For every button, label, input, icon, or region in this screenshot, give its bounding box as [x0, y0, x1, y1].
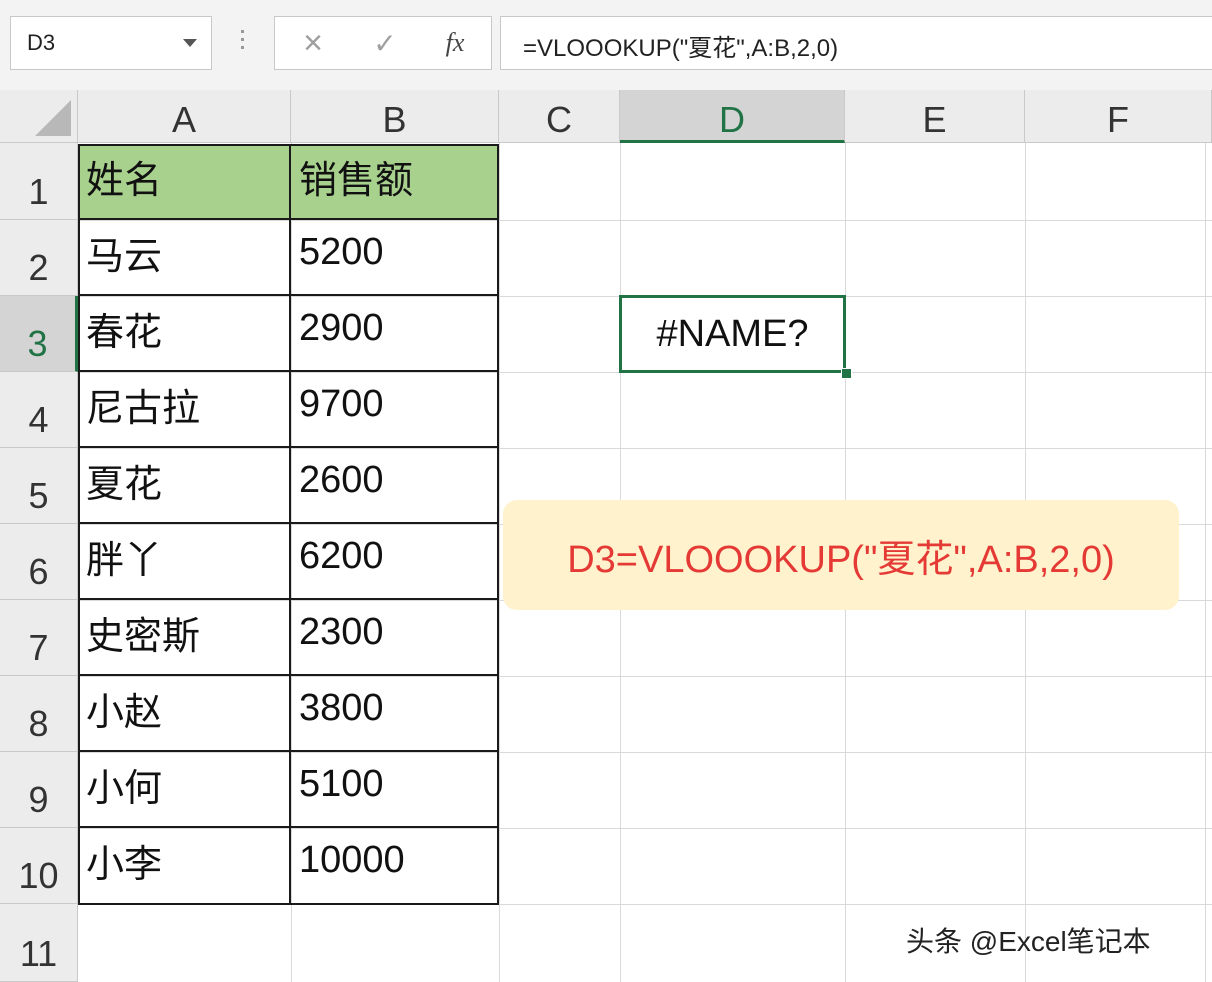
column-header-a[interactable]: A — [78, 90, 291, 143]
gridline — [499, 143, 500, 982]
column-header-e[interactable]: E — [845, 90, 1025, 143]
formula-toolbar: D3 × ✓ fx =VLOOOKUP("夏花",A:B,2,0) — [0, 0, 1212, 90]
formula-text: =VLOOOKUP("夏花",A:B,2,0) — [523, 35, 839, 62]
spreadsheet-grid: A B C D E F 1 2 3 4 5 6 7 8 9 10 11 姓名 销… — [0, 90, 1212, 982]
column-header-f[interactable]: F — [1025, 90, 1212, 143]
column-header-c[interactable]: C — [499, 90, 620, 143]
enter-glyph: ✓ — [373, 27, 397, 59]
insert-function-icon[interactable]: fx — [437, 25, 473, 61]
table-cell-name[interactable]: 夏花 — [78, 448, 291, 524]
table-cell-name[interactable]: 小何 — [78, 752, 291, 828]
table-border — [78, 144, 499, 146]
formula-callout: D3=VLOOOKUP("夏花",A:B,2,0) — [503, 500, 1179, 610]
name-box-value: D3 — [27, 30, 56, 55]
select-all-icon — [35, 100, 71, 136]
table-cell-name[interactable]: 春花 — [78, 296, 291, 372]
table-cell-sales[interactable]: 10000 — [291, 828, 499, 905]
cancel-icon[interactable]: × — [295, 23, 331, 62]
row-header-5[interactable]: 5 — [0, 448, 78, 524]
header-cell-name[interactable]: 姓名 — [78, 144, 291, 220]
row-header-8[interactable]: 8 — [0, 676, 78, 752]
sales-table: 姓名 销售额 马云 5200 春花 2900 尼古拉 9700 夏花 2600 … — [78, 144, 499, 905]
table-cell-sales[interactable]: 9700 — [291, 372, 499, 448]
row-header-9[interactable]: 9 — [0, 752, 78, 828]
select-all-button[interactable] — [0, 90, 78, 143]
fx-glyph: fx — [445, 28, 465, 57]
table-border — [78, 144, 80, 905]
row-header-10[interactable]: 10 — [0, 828, 78, 904]
table-cell-name[interactable]: 史密斯 — [78, 600, 291, 676]
table-cell-name[interactable]: 马云 — [78, 220, 291, 296]
row-header-1[interactable]: 1 — [0, 143, 78, 220]
cancel-glyph: × — [303, 23, 323, 62]
table-cell-sales[interactable]: 2600 — [291, 448, 499, 524]
table-cell-name[interactable]: 小李 — [78, 828, 291, 905]
formula-bar[interactable]: =VLOOOKUP("夏花",A:B,2,0) — [500, 16, 1212, 70]
row-header-2[interactable]: 2 — [0, 220, 78, 296]
gridline — [1205, 143, 1206, 982]
table-cell-sales[interactable]: 5100 — [291, 752, 499, 828]
row-header-3[interactable]: 3 — [0, 296, 78, 372]
watermark: 头条 @Excel笔记本 — [906, 926, 1151, 957]
column-header-d[interactable]: D — [620, 90, 845, 143]
fill-handle[interactable] — [841, 368, 852, 379]
header-cell-sales[interactable]: 销售额 — [291, 144, 499, 220]
table-cell-sales[interactable]: 2900 — [291, 296, 499, 372]
table-cell-name[interactable]: 胖丫 — [78, 524, 291, 600]
table-cell-name[interactable]: 尼古拉 — [78, 372, 291, 448]
enter-icon[interactable]: ✓ — [367, 25, 403, 61]
table-cell-sales[interactable]: 2300 — [291, 600, 499, 676]
table-cell-sales[interactable]: 6200 — [291, 524, 499, 600]
chevron-down-icon[interactable] — [183, 39, 197, 47]
row-header-4[interactable]: 4 — [0, 372, 78, 448]
more-options-icon[interactable] — [241, 30, 244, 54]
table-cell-sales[interactable]: 3800 — [291, 676, 499, 752]
table-cell-sales[interactable]: 5200 — [291, 220, 499, 296]
active-cell-d3[interactable]: #NAME? — [619, 295, 846, 373]
row-header-7[interactable]: 7 — [0, 600, 78, 676]
name-box[interactable]: D3 — [10, 16, 212, 70]
column-header-b[interactable]: B — [291, 90, 499, 143]
formula-actions: × ✓ fx — [274, 16, 492, 70]
row-header-11[interactable]: 11 — [0, 904, 78, 982]
table-cell-name[interactable]: 小赵 — [78, 676, 291, 752]
row-header-6[interactable]: 6 — [0, 524, 78, 600]
